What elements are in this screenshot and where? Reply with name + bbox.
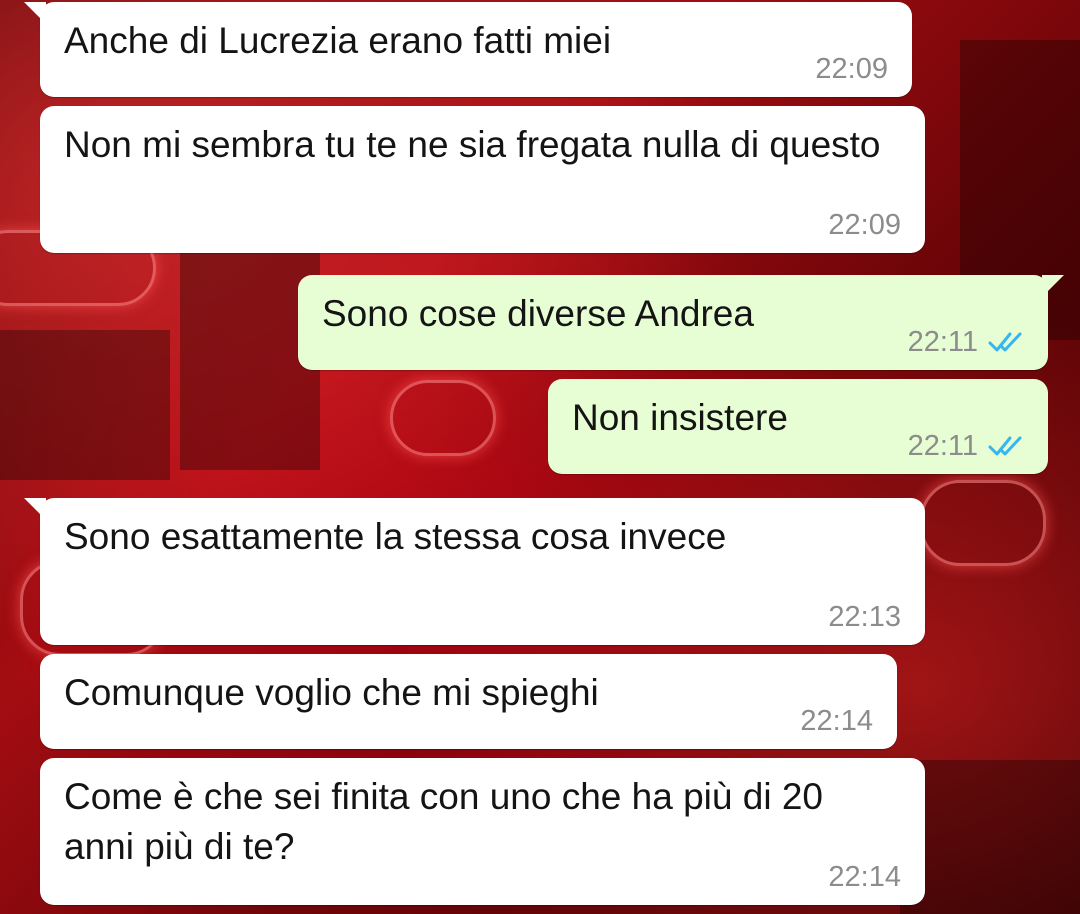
message-time: 22:14	[828, 861, 901, 893]
double-check-read-icon	[988, 332, 1022, 352]
incoming-message[interactable]: Come è che sei finita con uno che ha più…	[40, 758, 925, 905]
message-text: Sono esattamente la stessa cosa invece	[64, 516, 727, 557]
outgoing-message[interactable]: Sono cose diverse Andrea 22:11	[298, 275, 1064, 370]
double-check-read-icon	[988, 436, 1022, 456]
message-time: 22:11	[907, 326, 978, 358]
message-time: 22:09	[828, 209, 901, 241]
message-text: Non mi sembra tu te ne sia fregata nulla…	[64, 124, 881, 165]
incoming-message[interactable]: Comunque voglio che mi spieghi 22:14	[40, 654, 897, 749]
message-text: Anche di Lucrezia erano fatti miei	[64, 20, 612, 61]
incoming-message[interactable]: Anche di Lucrezia erano fatti miei 22:09	[24, 2, 912, 97]
message-text: Come è che sei finita con uno che ha più…	[64, 776, 823, 867]
message-time: 22:14	[800, 705, 873, 737]
message-time: 22:09	[815, 53, 888, 85]
incoming-message[interactable]: Non mi sembra tu te ne sia fregata nulla…	[40, 106, 925, 253]
message-time: 22:11	[907, 430, 978, 462]
incoming-message[interactable]: Sono esattamente la stessa cosa invece 2…	[24, 498, 925, 645]
message-time: 22:13	[828, 601, 901, 633]
outgoing-message[interactable]: Non insistere 22:11	[548, 379, 1048, 474]
message-text: Comunque voglio che mi spieghi	[64, 672, 599, 713]
